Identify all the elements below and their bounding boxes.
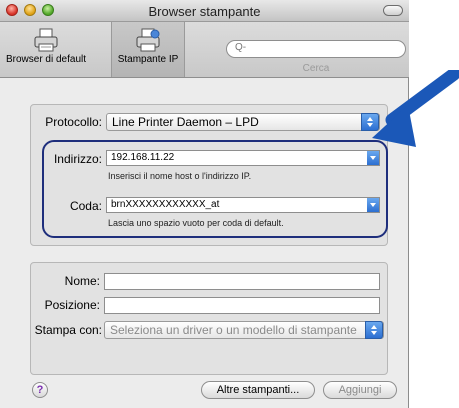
annotation-arrow-icon	[372, 70, 459, 147]
network-printer-icon	[136, 28, 160, 52]
add-button[interactable]: Aggiungi	[323, 381, 397, 399]
print-with-popup[interactable]: Seleziona un driver o un modello di stam…	[104, 321, 384, 339]
more-printers-button[interactable]: Altre stampanti...	[201, 381, 315, 399]
annotation-highlight	[42, 140, 388, 238]
location-field[interactable]	[104, 297, 380, 314]
printer-browser-window: Browser stampante Browser di default Sta…	[0, 0, 409, 408]
toolbar-toggle-button[interactable]	[383, 5, 403, 16]
print-with-value: Seleziona un driver o un modello di stam…	[110, 323, 357, 337]
ip-printer-tab[interactable]: Stampante IP	[111, 22, 185, 77]
protocol-popup[interactable]: Line Printer Daemon – LPD	[106, 113, 380, 131]
search-input[interactable]: Q-	[226, 40, 406, 58]
toolbar: Browser di default Stampante IP Q- Cerca	[0, 22, 409, 78]
help-button[interactable]: ?	[32, 382, 48, 398]
protocol-value: Line Printer Daemon – LPD	[112, 115, 259, 129]
name-field[interactable]	[104, 273, 380, 290]
name-label: Nome:	[64, 274, 100, 288]
default-browser-tab[interactable]: Browser di default	[0, 22, 92, 77]
popup-arrows-icon	[365, 321, 383, 339]
search-placeholder: Q-	[235, 42, 247, 53]
printer-icon	[34, 28, 58, 52]
title-bar: Browser stampante	[0, 0, 409, 22]
location-label: Posizione:	[44, 298, 100, 312]
window-title: Browser stampante	[148, 4, 261, 19]
default-browser-label: Browser di default	[5, 54, 87, 65]
protocol-label: Protocollo:	[45, 115, 102, 129]
ip-printer-label: Stampante IP	[117, 54, 179, 65]
print-with-label: Stampa con:	[34, 323, 102, 337]
